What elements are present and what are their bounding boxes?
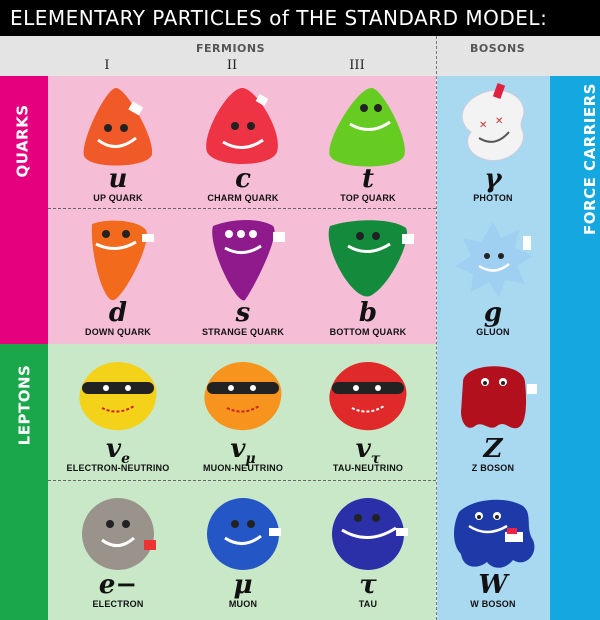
leptons-band: LEPTONS <box>0 344 48 620</box>
fermions-label: FERMIONS <box>196 42 266 55</box>
svg-text:✕: ✕ <box>495 116 503 127</box>
bosons-header: BOSONS <box>436 36 600 76</box>
top-quark-plush-icon <box>329 87 405 167</box>
generation-label-1: I <box>104 58 110 73</box>
particle-name: CHARM QUARK <box>207 193 279 203</box>
particle-name: GLUON <box>476 327 510 337</box>
tau-plush-icon <box>332 498 408 570</box>
particle-name: PHOTON <box>473 193 513 203</box>
quarks-label: QUARKS <box>13 104 32 178</box>
symbol-base: v <box>105 434 122 464</box>
fermions-header: FERMIONS I II III <box>0 36 436 76</box>
particle-card-bottom-quark: b BOTTOM QUARK <box>305 210 431 344</box>
bottom-quark-plush-icon <box>328 220 414 297</box>
charm-quark-plush-icon <box>206 87 278 164</box>
particle-name: MUON <box>228 599 258 609</box>
svg-text:✕: ✕ <box>479 120 487 131</box>
quarks-band: QUARKS <box>0 76 48 344</box>
particle-card-down-quark: d DOWN QUARK <box>55 210 181 344</box>
particle-card-up-quark: u UP QUARK <box>55 76 181 210</box>
particle-symbol: τ <box>359 570 377 600</box>
electron-plush-icon <box>82 498 156 570</box>
particle-symbol: γ <box>484 164 502 194</box>
leptons-label: LEPTONS <box>15 364 34 446</box>
electron-neutrino-plush-icon <box>79 362 157 431</box>
particle-symbol: d <box>108 298 128 328</box>
particle-card-strange-quark: s STRANGE QUARK <box>180 210 306 344</box>
particle-card-muon: μ MUON <box>180 482 306 616</box>
particle-symbol: vτ <box>305 436 431 466</box>
force-carriers-band: FORCE CARRIERS <box>550 76 600 620</box>
particle-name: TAU <box>358 599 378 609</box>
down-quark-plush-icon <box>91 220 154 301</box>
strange-quark-plush-icon <box>212 220 285 301</box>
w-boson-plush-icon <box>454 499 535 568</box>
particle-symbol: vμ <box>180 436 306 466</box>
particle-name: BOTTOM QUARK <box>329 327 407 337</box>
particle-symbol: u <box>108 164 128 194</box>
gluon-plush-icon <box>455 222 533 298</box>
particle-symbol: Z <box>483 434 503 464</box>
z-boson-plush-icon <box>461 366 537 429</box>
force-carriers-label: FORCE CARRIERS <box>580 83 599 235</box>
particle-symbol: t <box>361 164 374 194</box>
particle-name: Z BOSON <box>471 463 515 473</box>
particle-symbol: ve <box>55 436 181 466</box>
particle-card-electron: e− ELECTRON <box>55 482 181 616</box>
bosons-label: BOSONS <box>470 42 526 55</box>
particle-card-electron-neutrino: ve ELECTRON-NEUTRINO <box>55 346 181 480</box>
particle-name: ELECTRON <box>92 599 144 609</box>
particle-name: TAU-NEUTRINO <box>332 463 404 473</box>
particle-name: TOP QUARK <box>340 193 396 203</box>
particle-symbol: e− <box>98 570 138 600</box>
particle-symbol: g <box>483 298 503 328</box>
particle-name: W BOSON <box>470 599 516 609</box>
particle-card-top-quark: t TOP QUARK <box>305 76 431 210</box>
generation-label-2: II <box>226 58 238 73</box>
symbol-base: v <box>355 434 371 464</box>
particle-name: MUON-NEUTRINO <box>202 463 284 473</box>
particle-card-muon-neutrino: vμ MUON-NEUTRINO <box>180 346 306 480</box>
particle-card-w-boson: W W BOSON <box>430 482 556 616</box>
particle-name: DOWN QUARK <box>85 327 151 337</box>
page-title: ELEMENTARY PARTICLES of THE STANDARD MOD… <box>0 0 600 36</box>
particle-card-tau-neutrino: vτ TAU-NEUTRINO <box>305 346 431 480</box>
particle-name: STRANGE QUARK <box>201 327 285 337</box>
particle-card-tau: τ TAU <box>305 482 431 616</box>
particle-name: ELECTRON-NEUTRINO <box>66 463 170 473</box>
particle-card-gluon: g GLUON <box>430 210 556 344</box>
tau-neutrino-plush-icon <box>329 362 407 431</box>
particle-symbol: b <box>358 298 378 328</box>
generation-label-3: III <box>349 58 365 73</box>
lepton-row-divider <box>48 480 436 481</box>
particle-symbol: W <box>478 570 508 600</box>
particle-card-z-boson: Z Z BOSON <box>430 346 556 480</box>
photon-plush-icon: ✕ ✕ <box>461 83 525 162</box>
up-quark-plush-icon <box>83 88 153 166</box>
particle-name: UP QUARK <box>93 193 143 203</box>
symbol-base: v <box>230 434 246 464</box>
muon-plush-icon <box>207 498 281 570</box>
particle-card-charm-quark: c CHARM QUARK <box>180 76 306 210</box>
muon-neutrino-plush-icon <box>204 362 282 431</box>
particle-symbol: s <box>235 298 251 328</box>
particle-symbol: c <box>235 164 251 194</box>
particle-card-photon: ✕ ✕ γ PHOTON <box>430 76 556 210</box>
particle-symbol: μ <box>233 570 253 600</box>
